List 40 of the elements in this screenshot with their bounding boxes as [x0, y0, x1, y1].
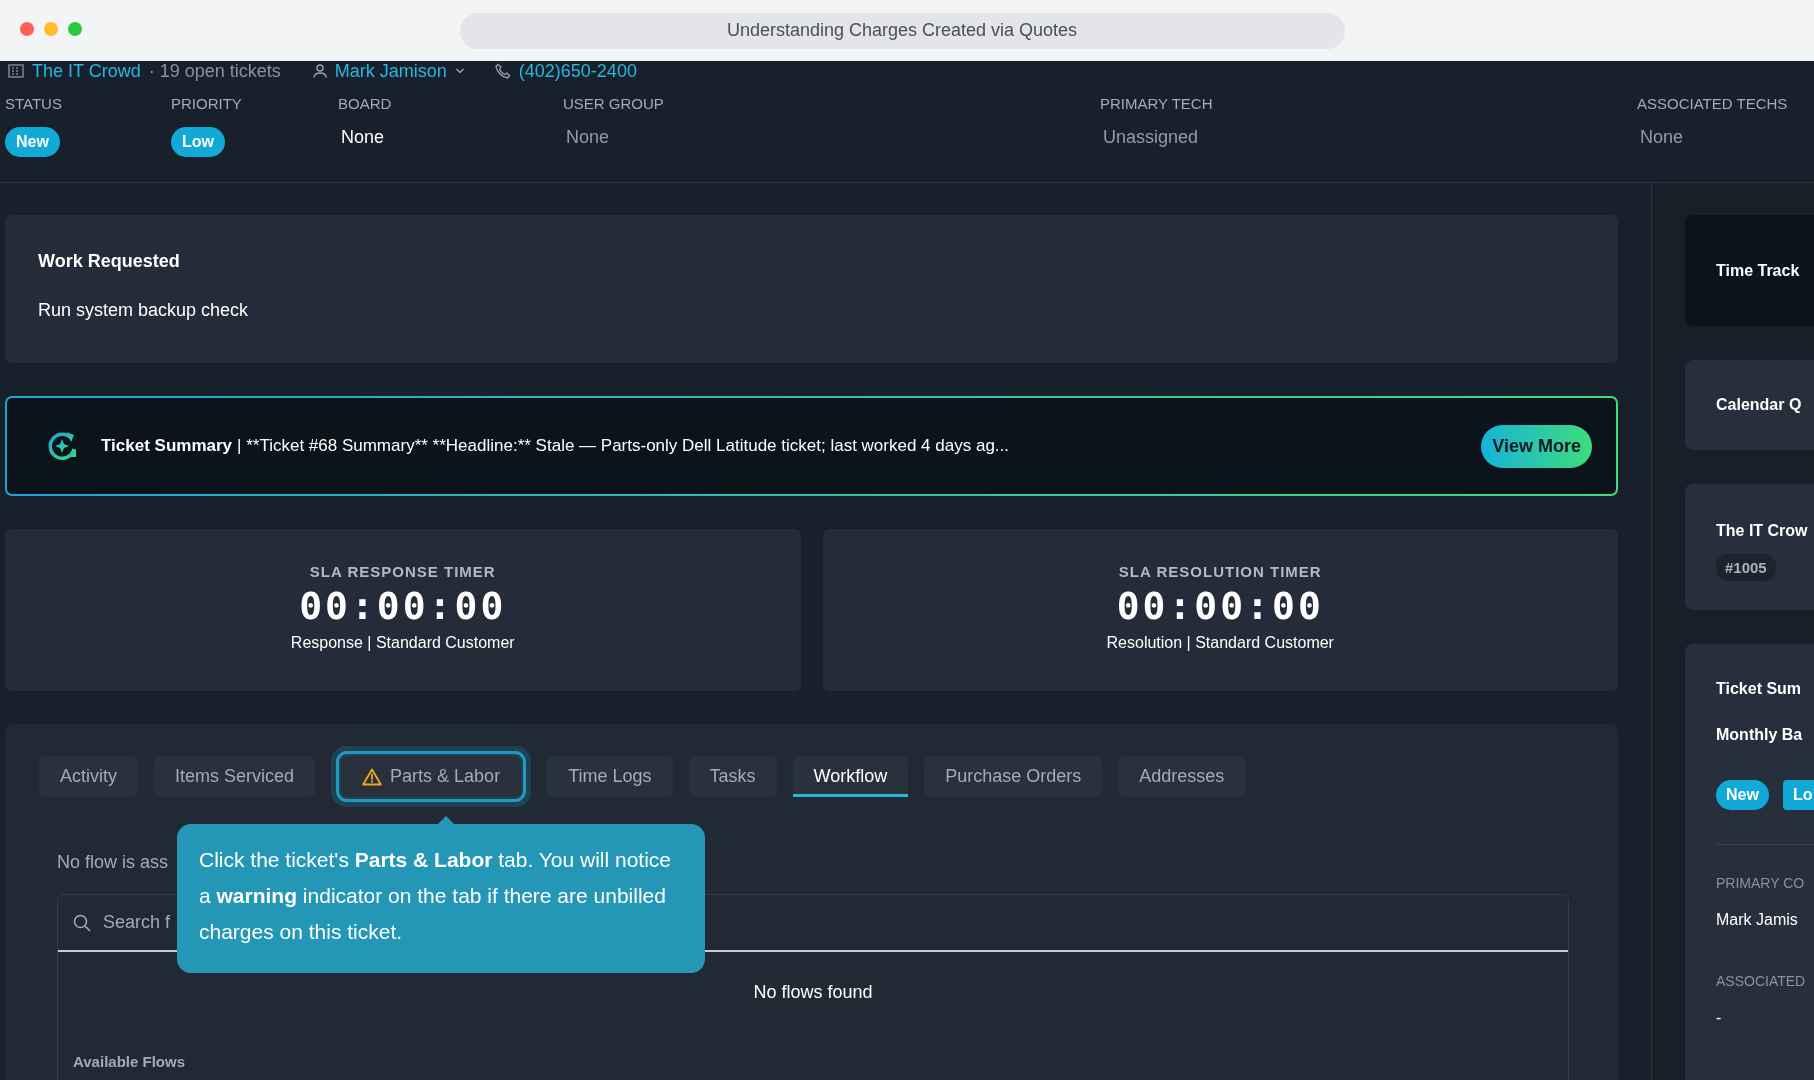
field-label: PRIMARY TECH [1100, 95, 1214, 113]
timer-value: 00:00:00 [1116, 584, 1324, 628]
field-label: STATUS [5, 95, 63, 113]
field-label: ASSOCIATED TECHS [1637, 95, 1789, 113]
section-title: Work Requested [38, 251, 181, 272]
section-title: Available Flows [73, 1053, 186, 1070]
status-badge: New [1716, 780, 1769, 810]
card-title: Ticket Sum [1716, 680, 1803, 698]
field-value: None [1639, 127, 1684, 147]
no-flow-notice: No flow is ass [57, 852, 169, 873]
timer-title: SLA RESOLUTION TIMER [1118, 563, 1322, 580]
field-value: None [565, 127, 610, 147]
ticket-number: #1005 [1716, 554, 1776, 581]
open-tickets-count: · 19 open tickets [148, 61, 281, 81]
timer-value: 00:00:00 [299, 584, 507, 628]
window-title: Understanding Charges Created via Quotes [459, 12, 1345, 49]
card-title: Time Track [1716, 261, 1800, 280]
field-label: USER GROUP [563, 95, 665, 113]
timer-title: SLA RESPONSE TIMER [309, 563, 496, 580]
field-label: PRIMARY CO [1716, 875, 1806, 891]
field-value: Mark Jamis [1716, 911, 1799, 929]
card-title: Calendar Q [1716, 396, 1802, 414]
work-description: Run system backup check [38, 300, 250, 321]
ticket-title: Monthly Ba [1716, 726, 1804, 744]
card-title: The IT Crow [1716, 522, 1809, 540]
field-value: Unassigned [1102, 127, 1199, 147]
timer-subtitle: Response | Standard Customer [290, 634, 515, 652]
field-label: ASSOCIATED [1716, 973, 1807, 989]
summary-text: | **Ticket #68 Summary** **Headline:** Stale — Parts-only Dell Latitude ticket; last worked 4 days ag... [237, 436, 1009, 456]
status-badge: Lo [1782, 780, 1814, 810]
empty-message: No flows found [752, 982, 874, 1003]
summary-label: Ticket Summary [101, 436, 233, 456]
field-label: BOARD [338, 95, 393, 113]
timer-subtitle: Resolution | Standard Customer [1106, 634, 1334, 652]
status-badge: New [5, 127, 60, 157]
field-label: PRIORITY [171, 95, 243, 113]
tooltip: Click the ticket's Parts & Labor tab. You will notice a warning indicator on the tab if there are unbilled charges on this ticket. [177, 824, 705, 973]
field-value: None [340, 127, 385, 147]
field-value: - [1716, 1009, 1723, 1027]
status-badge: Low [171, 127, 225, 157]
